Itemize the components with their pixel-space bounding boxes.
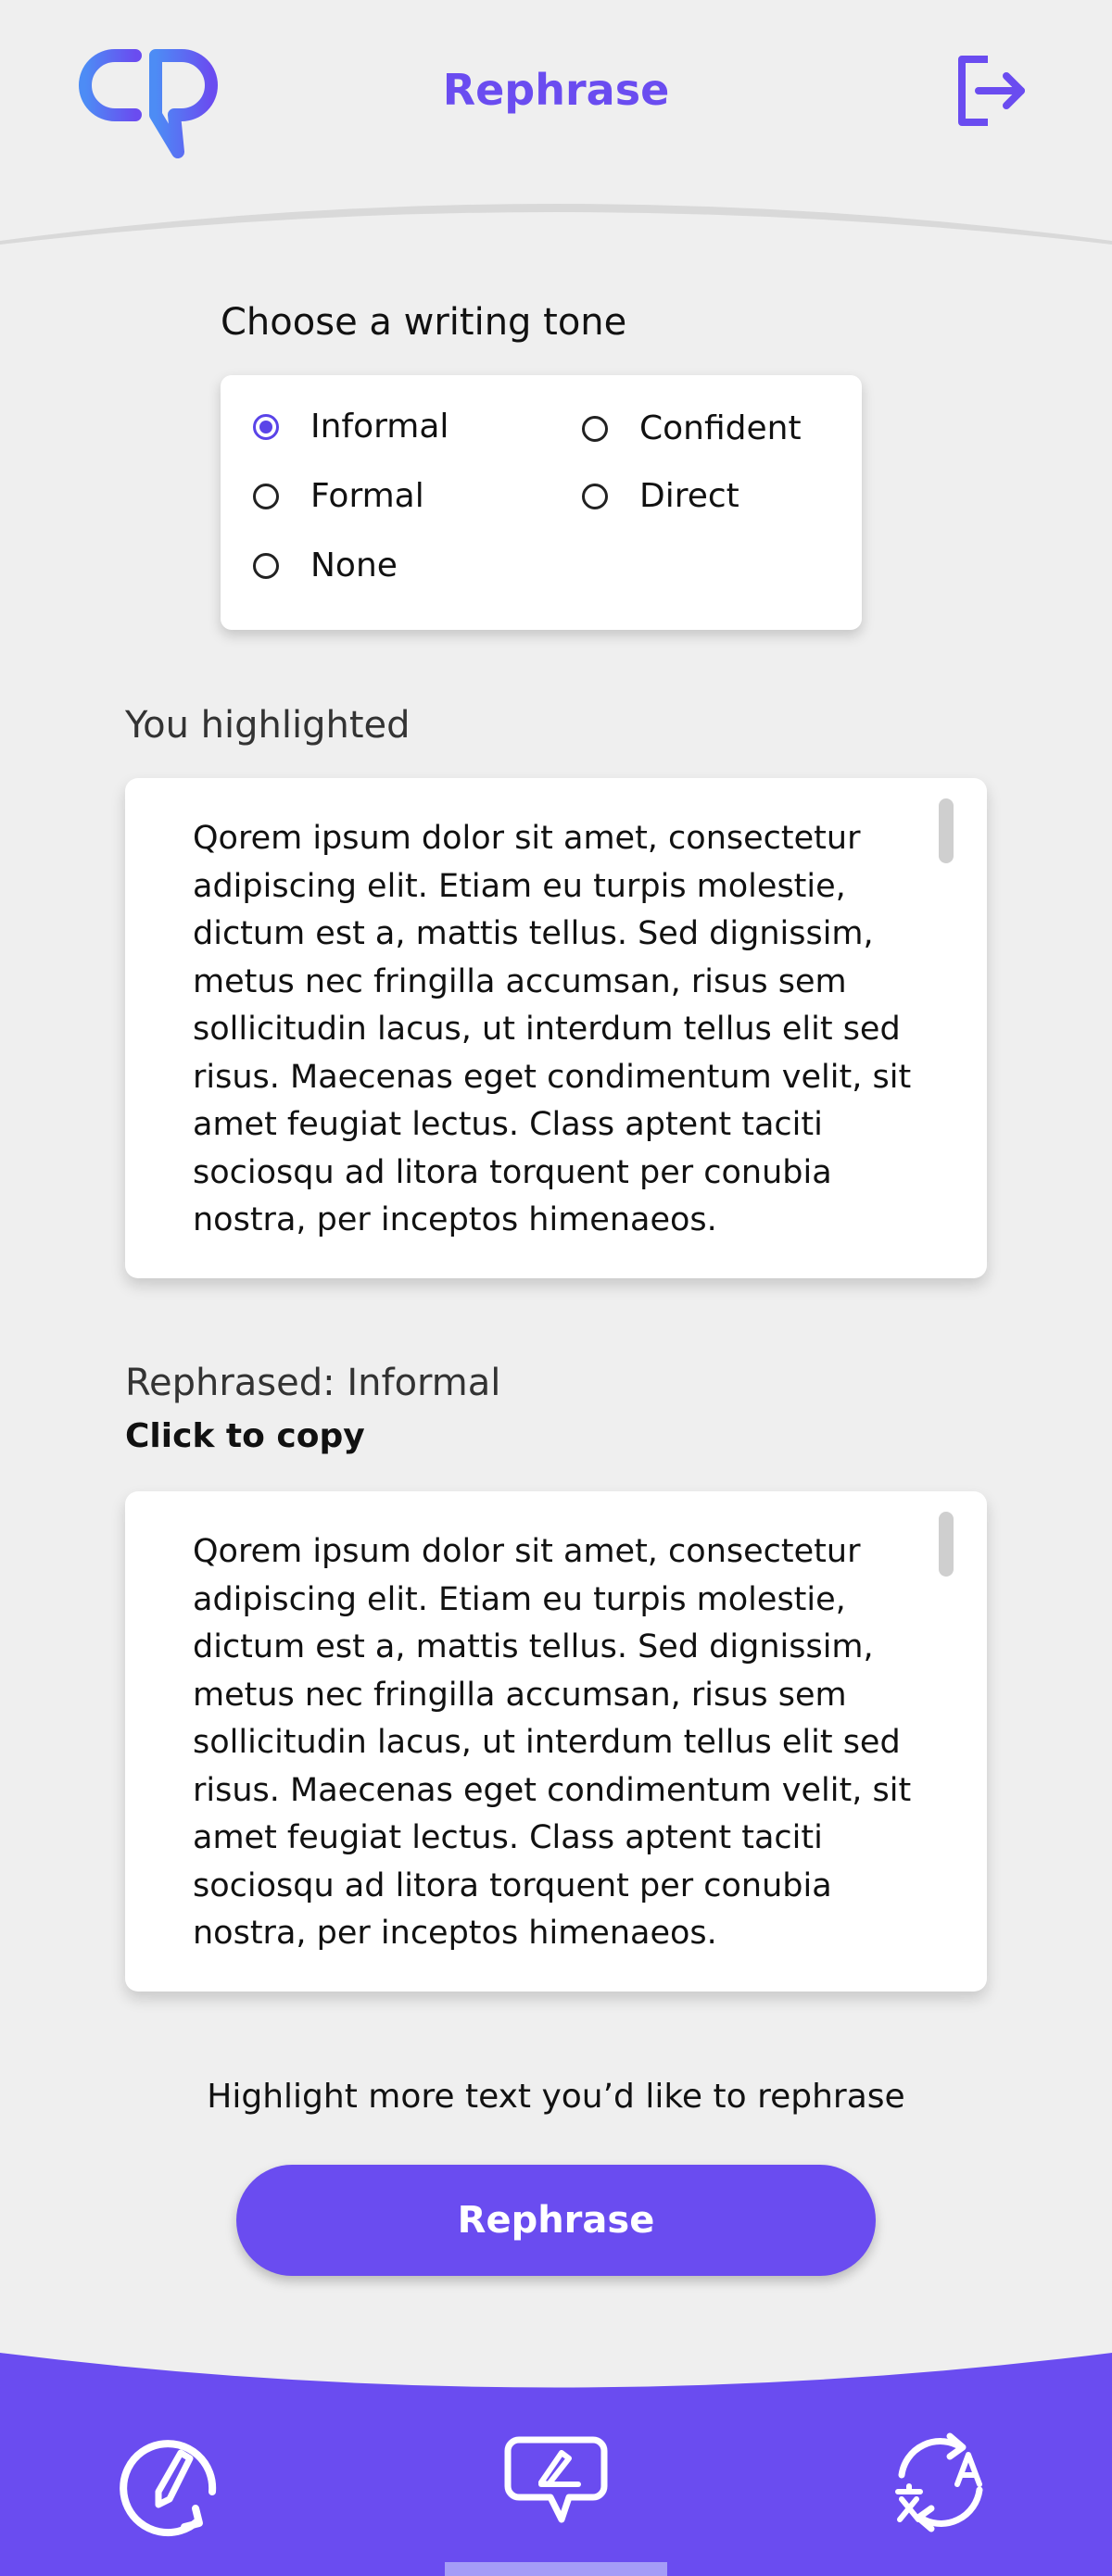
- copy-hint: Click to copy: [125, 1417, 365, 1455]
- scrollbar[interactable]: [939, 798, 954, 863]
- header-divider: [0, 204, 1112, 245]
- logout-icon[interactable]: [954, 54, 1029, 128]
- radio-icon[interactable]: [582, 415, 608, 442]
- radio-selected-icon[interactable]: [253, 413, 279, 440]
- highlighted-label: You highlighted: [125, 704, 411, 747]
- tone-option-none[interactable]: None: [253, 547, 398, 584]
- tone-option-label: Informal: [310, 408, 449, 446]
- tone-option-direct[interactable]: Direct: [582, 477, 739, 515]
- tone-option-label: Direct: [639, 477, 739, 515]
- page-title: Rephrase: [442, 65, 670, 115]
- rephrase-hint: Highlight more text you’d like to rephra…: [207, 2078, 905, 2116]
- radio-icon[interactable]: [253, 552, 279, 579]
- tone-option-label: None: [310, 547, 398, 584]
- radio-icon[interactable]: [253, 483, 279, 509]
- write-icon[interactable]: [116, 2427, 227, 2538]
- tone-option-formal[interactable]: Formal: [253, 477, 424, 515]
- translate-icon[interactable]: [885, 2427, 996, 2538]
- rephrased-text-box[interactable]: Qorem ipsum dolor sit amet, consectetur …: [125, 1491, 987, 1992]
- scrollbar[interactable]: [939, 1512, 954, 1577]
- rephrased-label: Rephrased: Informal: [125, 1362, 501, 1404]
- radio-icon[interactable]: [582, 483, 608, 509]
- highlighted-text: Qorem ipsum dolor sit amet, consectetur …: [193, 820, 912, 1238]
- rephrase-button[interactable]: Rephrase: [236, 2165, 876, 2276]
- rephrased-text: Qorem ipsum dolor sit amet, consectetur …: [193, 1533, 912, 1952]
- highlighted-text-box[interactable]: Qorem ipsum dolor sit amet, consectetur …: [125, 778, 987, 1278]
- tone-option-label: Formal: [310, 477, 424, 515]
- active-tab-indicator: [445, 2562, 667, 2576]
- rephrase-chat-icon[interactable]: [500, 2427, 612, 2538]
- tone-options-card: Informal Confident Formal Direct None: [221, 375, 862, 630]
- tone-option-confident[interactable]: Confident: [582, 409, 802, 447]
- tone-section-label: Choose a writing tone: [221, 301, 627, 344]
- tone-option-label: Confident: [639, 409, 802, 447]
- tone-option-informal[interactable]: Informal: [253, 408, 449, 446]
